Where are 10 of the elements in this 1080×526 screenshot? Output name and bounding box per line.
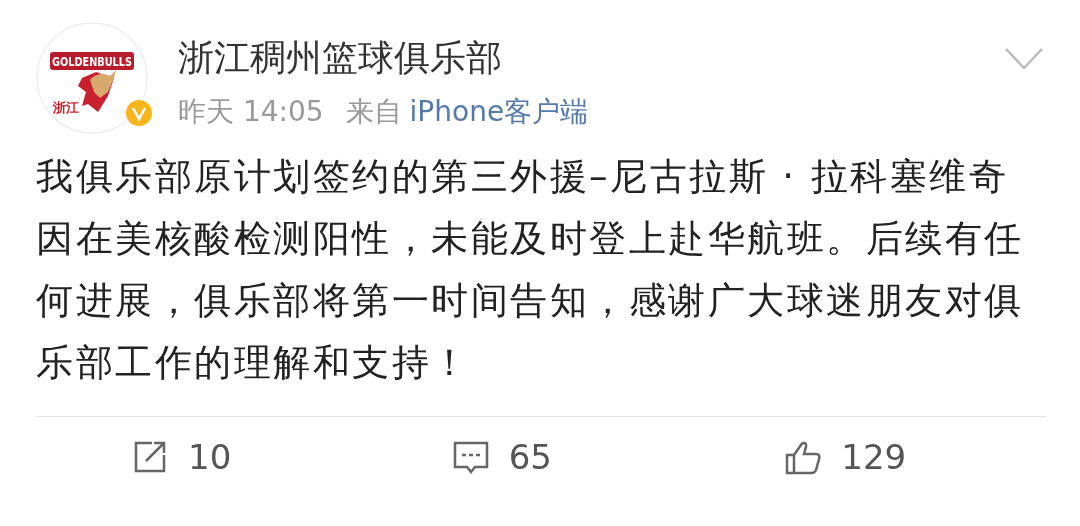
chevron-down-icon[interactable] [1004,46,1044,72]
repost-button[interactable]: 10 [130,437,427,477]
source-label: 来自 [345,94,402,130]
author-name[interactable]: 浙江稠州篮球俱乐部 [178,36,1004,80]
comment-button[interactable]: 65 [450,437,724,477]
club-logo: GOLDENBULLS 浙江 [36,22,148,134]
post-text: 我俱乐部原计划签约的第三外援–尼古拉斯 · 拉科塞维奇因在美核酸检测阳性，未能及时登上赴华航班。后续有任何进展，俱乐部将第一时间告知，感谢广大球迷朋友对俱乐部工作的理解和支持！ [36,154,1025,386]
like-button[interactable]: 129 [783,437,1020,477]
post-time: 昨天 14:05 [178,94,324,130]
source-link[interactable]: iPhone客户端 [409,94,589,130]
